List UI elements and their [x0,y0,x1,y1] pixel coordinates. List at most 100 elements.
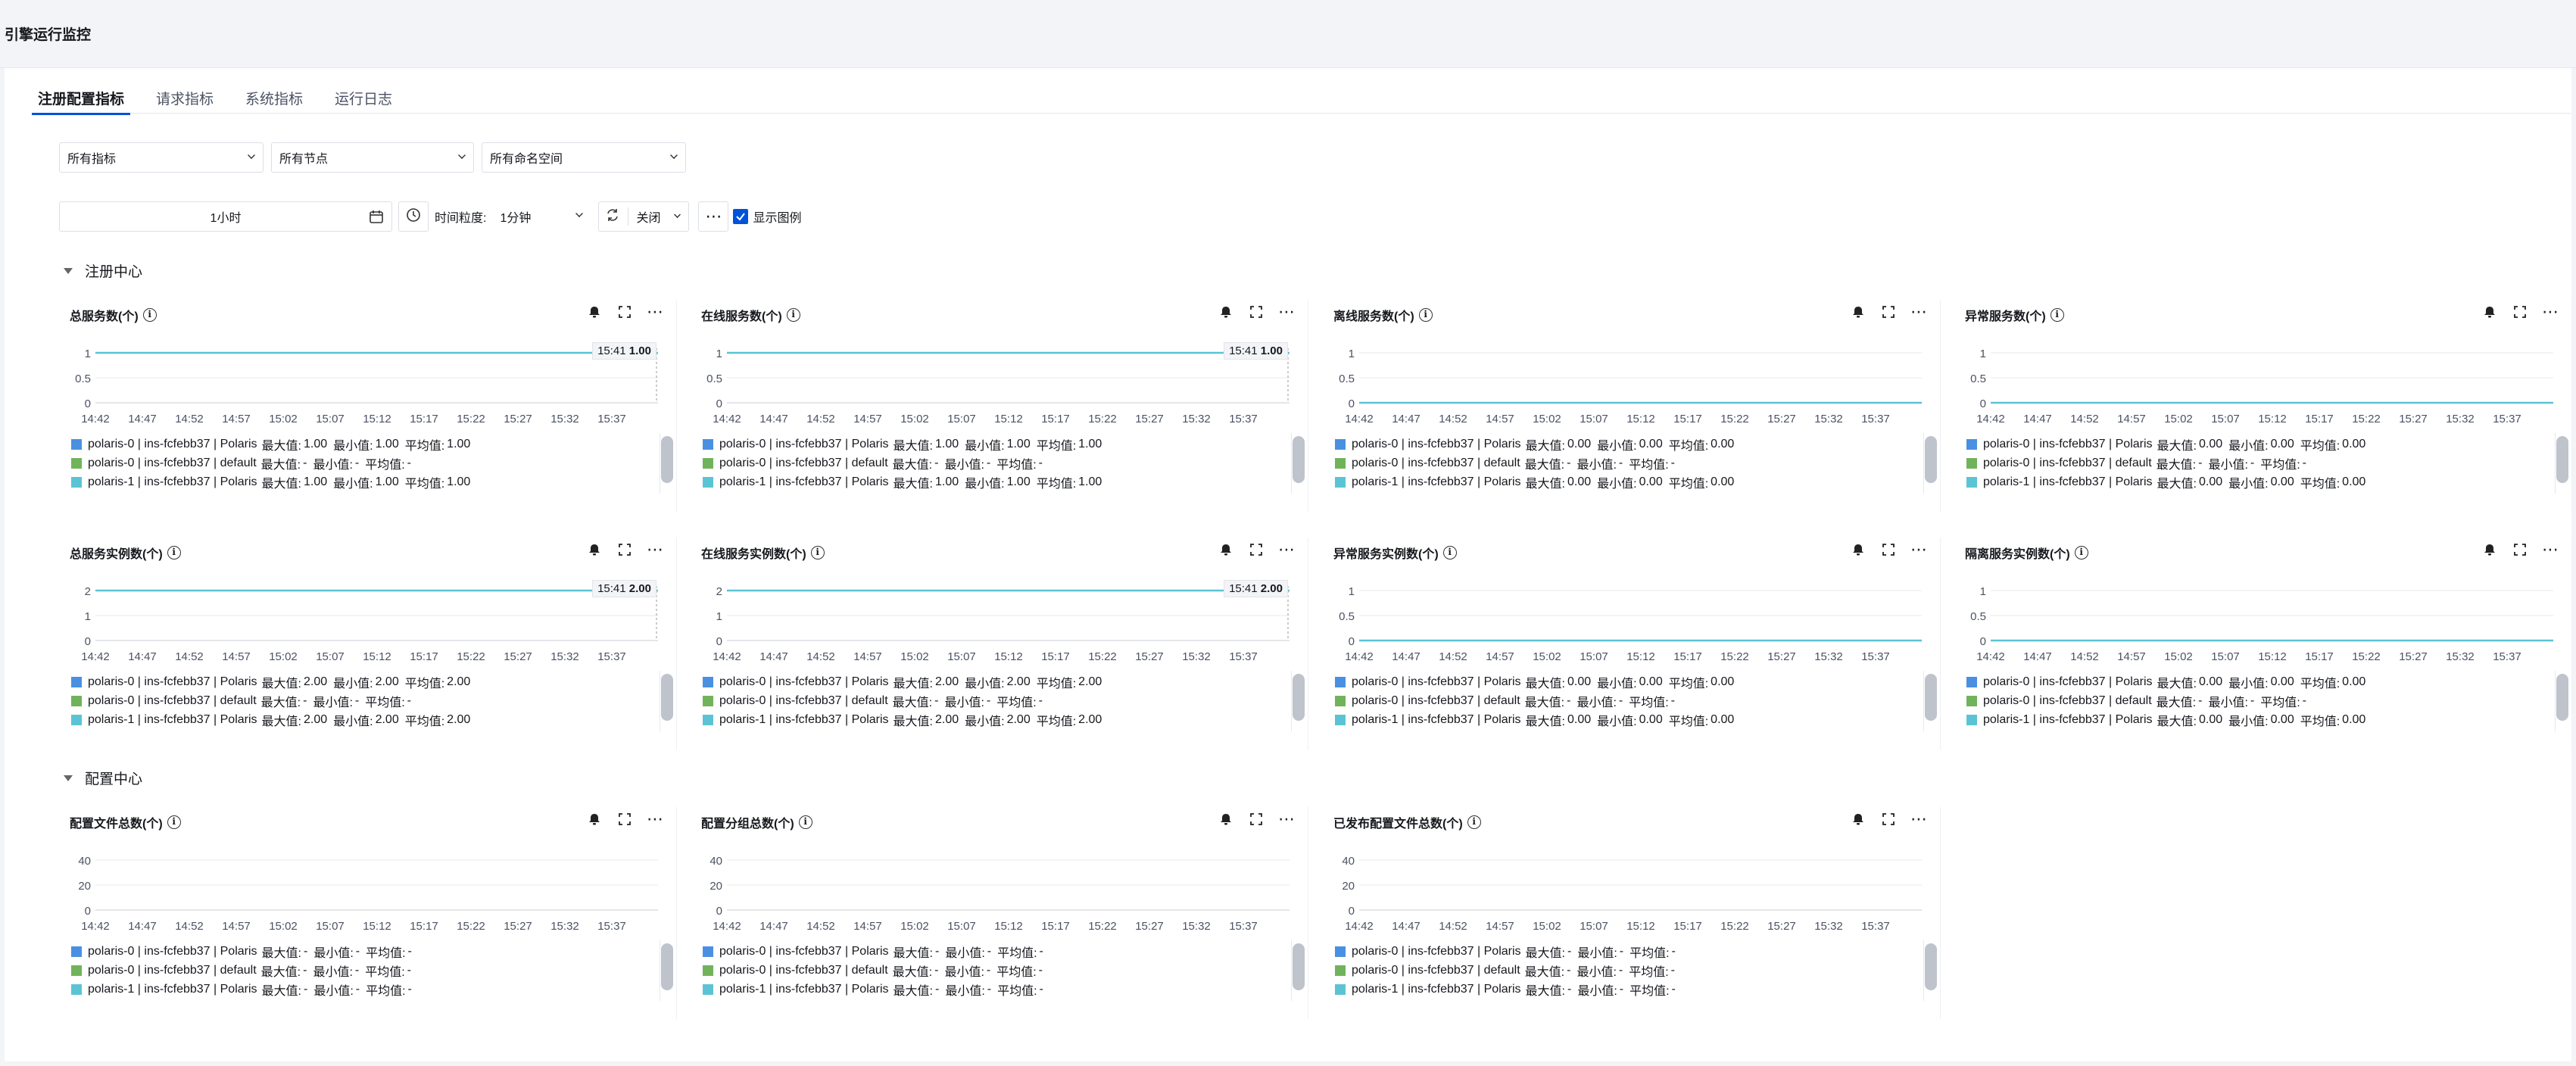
legend-item[interactable]: polaris-0 | ins-fcfebb37 | default 最大值: … [71,454,647,472]
legend-scrollbar[interactable] [2555,671,2568,731]
info-icon[interactable]: i [142,308,157,322]
tab-registry-config-metrics[interactable]: 注册配置指标 [31,92,131,115]
more-icon[interactable]: ⋯ [1910,541,1927,558]
granularity-select[interactable]: 1分钟 [492,201,591,232]
bell-icon[interactable] [1851,542,1866,557]
metric-select[interactable]: 所有指标 [59,142,264,173]
legend-item[interactable]: polaris-1 | ins-fcfebb37 | Polaris 最大值: … [1335,472,1910,491]
legend-item[interactable]: polaris-1 | ins-fcfebb37 | Polaris 最大值: … [71,710,647,729]
legend-item[interactable]: polaris-0 | ins-fcfebb37 | Polaris 最大值: … [71,672,647,691]
info-icon[interactable]: i [786,308,800,322]
fullscreen-icon[interactable] [2512,304,2528,319]
legend-item[interactable]: polaris-1 | ins-fcfebb37 | Polaris 最大值: … [1966,472,2542,491]
legend-item[interactable]: polaris-1 | ins-fcfebb37 | Polaris 最大值: … [71,980,647,999]
refresh-select[interactable]: 关闭 [598,201,690,232]
legend-scrollbar[interactable] [2555,433,2568,494]
legend-item[interactable]: polaris-1 | ins-fcfebb37 | Polaris 最大值: … [1335,710,1910,729]
scrollbar-thumb[interactable] [1293,674,1305,721]
legend-item[interactable]: polaris-0 | ins-fcfebb37 | Polaris 最大值: … [1335,672,1910,691]
scrollbar-thumb[interactable] [1925,674,1937,721]
info-icon[interactable]: i [1467,815,1481,829]
info-icon[interactable]: i [1418,308,1433,322]
legend-scrollbar[interactable] [1923,433,1937,494]
show-legend-checkbox[interactable] [733,209,749,224]
info-icon[interactable]: i [2050,308,2064,322]
bell-icon[interactable] [1218,542,1233,557]
fullscreen-icon[interactable] [1881,542,1896,557]
bell-icon[interactable] [587,812,602,827]
fullscreen-icon[interactable] [2512,542,2528,557]
more-icon[interactable]: ⋯ [1278,541,1295,558]
legend-item[interactable]: polaris-0 | ins-fcfebb37 | Polaris 最大值: … [1966,672,2542,691]
scrollbar-thumb[interactable] [661,436,673,483]
legend-scrollbar[interactable] [660,433,673,494]
scrollbar-thumb[interactable] [661,674,673,721]
scrollbar-thumb[interactable] [1925,436,1937,483]
bell-icon[interactable] [1218,812,1233,827]
legend-item[interactable]: polaris-1 | ins-fcfebb37 | Polaris 最大值: … [71,472,647,491]
legend-item[interactable]: polaris-1 | ins-fcfebb37 | Polaris 最大值: … [1335,980,1910,999]
legend-item[interactable]: polaris-1 | ins-fcfebb37 | Polaris 最大值: … [703,980,1278,999]
bell-icon[interactable] [1851,812,1866,827]
legend-item[interactable]: polaris-0 | ins-fcfebb37 | Polaris 最大值: … [1335,942,1910,961]
section-config[interactable]: 配置中心 [64,768,142,788]
legend-item[interactable]: polaris-0 | ins-fcfebb37 | default 最大值: … [703,454,1278,472]
fullscreen-icon[interactable] [1249,812,1264,827]
bell-icon[interactable] [2482,304,2497,319]
tab-run-logs[interactable]: 运行日志 [335,92,392,114]
bell-icon[interactable] [1851,304,1866,319]
more-button[interactable]: ⋯ [698,201,729,232]
legend-item[interactable]: polaris-0 | ins-fcfebb37 | default 最大值: … [703,961,1278,980]
info-icon[interactable]: i [2074,546,2088,559]
more-icon[interactable]: ⋯ [1278,304,1295,320]
bell-icon[interactable] [587,542,602,557]
info-icon[interactable]: i [1442,546,1457,559]
legend-item[interactable]: polaris-0 | ins-fcfebb37 | Polaris 最大值: … [703,942,1278,961]
legend-scrollbar[interactable] [1291,433,1305,494]
more-icon[interactable]: ⋯ [2542,541,2559,558]
legend-item[interactable]: polaris-0 | ins-fcfebb37 | default 最大值: … [71,961,647,980]
time-range-picker[interactable]: 1小时 [59,201,392,232]
legend-item[interactable]: polaris-0 | ins-fcfebb37 | Polaris 最大值: … [1966,435,2542,454]
legend-item[interactable]: polaris-0 | ins-fcfebb37 | default 最大值: … [1335,691,1910,710]
legend-scrollbar[interactable] [1923,940,1937,1001]
more-icon[interactable]: ⋯ [1910,811,1927,828]
more-icon[interactable]: ⋯ [647,304,663,320]
scrollbar-thumb[interactable] [661,943,673,990]
legend-scrollbar[interactable] [1291,940,1305,1001]
more-icon[interactable]: ⋯ [1278,811,1295,828]
section-registry[interactable]: 注册中心 [64,260,142,281]
fullscreen-icon[interactable] [1249,304,1264,319]
info-icon[interactable]: i [810,546,825,559]
fullscreen-icon[interactable] [1881,304,1896,319]
namespace-select[interactable]: 所有命名空间 [482,142,686,173]
legend-item[interactable]: polaris-0 | ins-fcfebb37 | Polaris 最大值: … [71,435,647,454]
fullscreen-icon[interactable] [617,304,632,319]
more-icon[interactable]: ⋯ [647,811,663,828]
legend-scrollbar[interactable] [1923,671,1937,731]
tab-system-metrics[interactable]: 系统指标 [245,92,303,114]
fullscreen-icon[interactable] [1249,542,1264,557]
legend-item[interactable]: polaris-0 | ins-fcfebb37 | default 最大值: … [1966,691,2542,710]
bell-icon[interactable] [2482,542,2497,557]
legend-scrollbar[interactable] [660,940,673,1001]
legend-item[interactable]: polaris-0 | ins-fcfebb37 | default 最大值: … [1966,454,2542,472]
node-select[interactable]: 所有节点 [271,142,474,173]
legend-item[interactable]: polaris-0 | ins-fcfebb37 | default 最大值: … [703,691,1278,710]
legend-item[interactable]: polaris-0 | ins-fcfebb37 | Polaris 最大值: … [703,435,1278,454]
fullscreen-icon[interactable] [1881,812,1896,827]
legend-item[interactable]: polaris-1 | ins-fcfebb37 | Polaris 最大值: … [703,710,1278,729]
more-icon[interactable]: ⋯ [2542,304,2559,320]
scrollbar-thumb[interactable] [2556,674,2568,721]
bell-icon[interactable] [587,304,602,319]
fullscreen-icon[interactable] [617,812,632,827]
scrollbar-thumb[interactable] [2556,436,2568,483]
tab-request-metrics[interactable]: 请求指标 [156,92,214,114]
scrollbar-thumb[interactable] [1925,943,1937,990]
more-icon[interactable]: ⋯ [647,541,663,558]
legend-item[interactable]: polaris-1 | ins-fcfebb37 | Polaris 最大值: … [1966,710,2542,729]
legend-item[interactable]: polaris-0 | ins-fcfebb37 | Polaris 最大值: … [703,672,1278,691]
legend-scrollbar[interactable] [660,671,673,731]
info-icon[interactable]: i [798,815,812,829]
more-icon[interactable]: ⋯ [1910,304,1927,320]
